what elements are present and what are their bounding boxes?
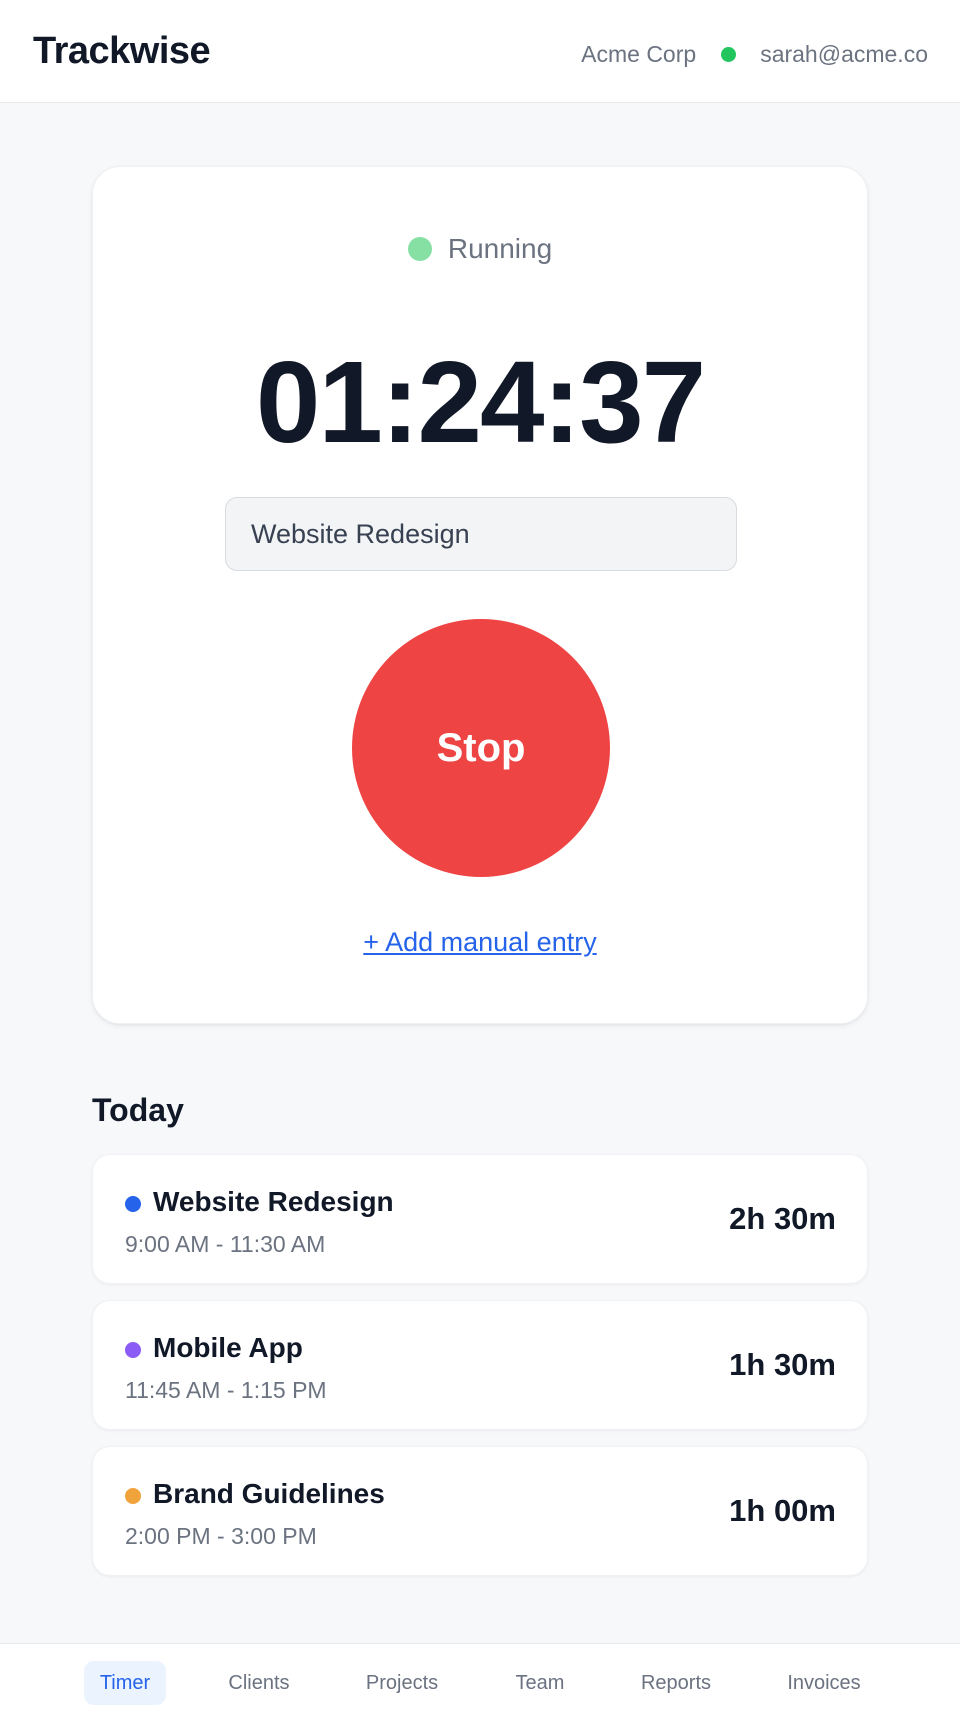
time-entry[interactable]: Brand Guidelines 2:00 PM - 3:00 PM 1h 00… — [92, 1446, 868, 1576]
add-manual-entry-link[interactable]: + Add manual entry — [93, 927, 867, 958]
timer-status: Running — [93, 233, 867, 265]
elapsed-time: 01:24:37 — [255, 337, 706, 467]
entry-duration: 1h 00m — [729, 1493, 836, 1528]
running-indicator-icon — [407, 237, 432, 261]
entry-project-name: Website Redesign — [153, 1186, 394, 1217]
entry-time-range: 9:00 AM - 11:30 AM — [125, 1231, 326, 1257]
timer-status-label: Running — [447, 233, 553, 264]
brand-logo[interactable]: Trackwise — [33, 30, 211, 73]
entry-duration: 2h 30m — [729, 1201, 836, 1236]
nav-tab-timer[interactable]: Timer — [84, 1661, 166, 1705]
nav-tab-invoices[interactable]: Invoices — [772, 1661, 876, 1705]
today-entries-list: Website Redesign 9:00 AM - 11:30 AM 2h 3… — [92, 1154, 868, 1592]
top-header: Trackwise Acme Corp sarah@acme.co — [0, 0, 960, 103]
org-name[interactable]: Acme Corp — [581, 41, 696, 68]
today-heading: Today — [92, 1092, 184, 1128]
header-account: Acme Corp sarah@acme.co — [581, 38, 928, 70]
nav-tab-team[interactable]: Team — [500, 1661, 580, 1705]
project-input[interactable] — [225, 497, 737, 571]
entry-time-range: 2:00 PM - 3:00 PM — [125, 1523, 317, 1549]
nav-tab-projects[interactable]: Projects — [352, 1661, 452, 1705]
timer-card: Running 01:24:37 Stop + Add manual entry — [92, 166, 868, 1024]
project-color-dot-icon — [125, 1488, 141, 1504]
project-color-dot-icon — [125, 1342, 141, 1358]
time-entry[interactable]: Mobile App 11:45 AM - 1:15 PM 1h 30m — [92, 1300, 868, 1430]
bottom-nav: Timer Clients Projects Team Reports Invo… — [0, 1643, 960, 1720]
entry-duration: 1h 30m — [729, 1347, 836, 1382]
entry-project-name: Brand Guidelines — [153, 1478, 385, 1509]
nav-tab-reports[interactable]: Reports — [628, 1661, 724, 1705]
stop-button[interactable]: Stop — [352, 619, 610, 877]
online-status-icon — [721, 46, 737, 62]
user-email[interactable]: sarah@acme.co — [760, 41, 928, 68]
project-color-dot-icon — [125, 1196, 141, 1212]
entry-project-name: Mobile App — [153, 1332, 303, 1363]
time-entry[interactable]: Website Redesign 9:00 AM - 11:30 AM 2h 3… — [92, 1154, 868, 1284]
nav-tab-clients[interactable]: Clients — [214, 1661, 304, 1705]
entry-time-range: 11:45 AM - 1:15 PM — [125, 1377, 327, 1403]
